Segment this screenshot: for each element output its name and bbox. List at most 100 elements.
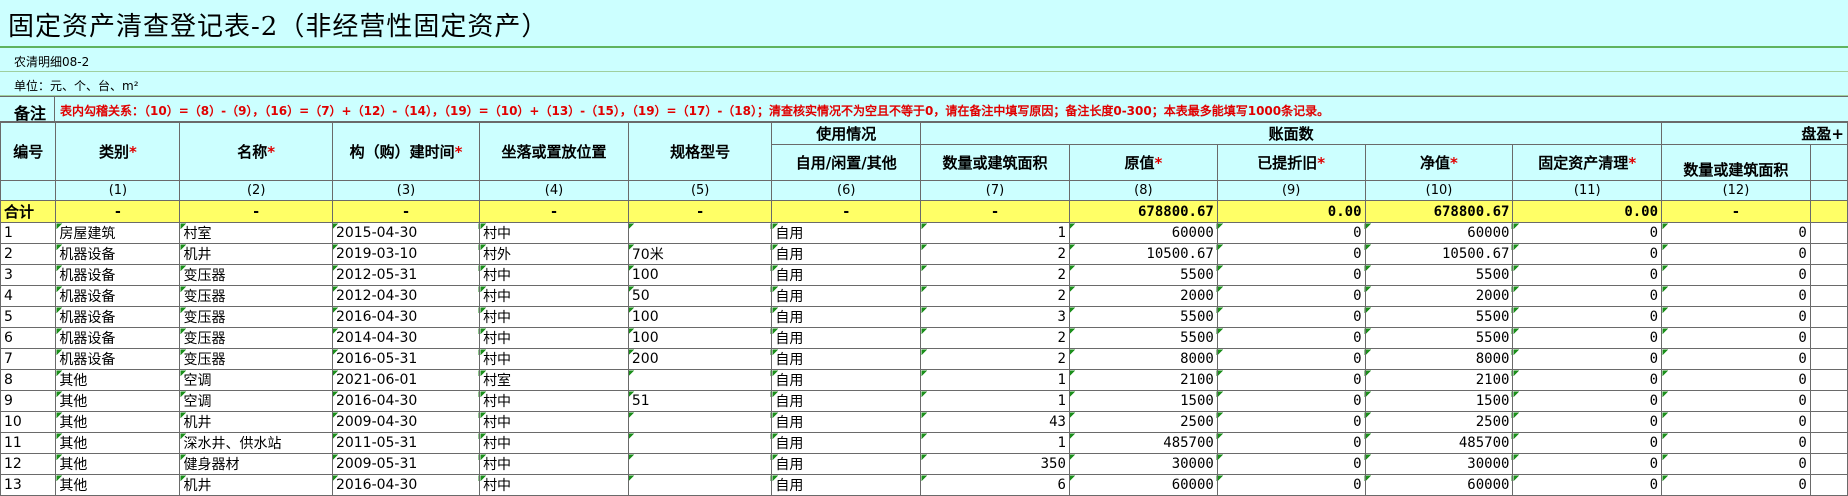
cell-original[interactable]: 2000 xyxy=(1068,285,1218,307)
cell-category[interactable]: 机器设备 xyxy=(55,327,181,349)
cell-category[interactable]: 房屋建筑 xyxy=(55,222,181,244)
cell-spec[interactable]: 100 xyxy=(627,306,773,328)
cell-name[interactable]: 变压器 xyxy=(179,306,333,328)
cell-overflow[interactable] xyxy=(1809,243,1848,265)
table-row[interactable]: 13 其他 机井 2016-04-30 村中 自用 6 60000 0 60000 0 0 xyxy=(0,474,1848,496)
cell-overflow[interactable] xyxy=(1809,327,1848,349)
cell-depreciation[interactable]: 0 xyxy=(1216,327,1366,349)
cell-no[interactable]: 5 xyxy=(0,306,57,328)
cell-surplus-qty[interactable]: 0 xyxy=(1661,348,1811,370)
cell-no[interactable]: 4 xyxy=(0,285,57,307)
cell-cleanup[interactable]: 0 xyxy=(1512,285,1663,307)
cell-build-time[interactable]: 2011-05-31 xyxy=(331,432,481,454)
cell-original[interactable]: 5500 xyxy=(1068,306,1218,328)
cell-no[interactable]: 1 xyxy=(0,222,57,244)
cell-usage[interactable]: 自用 xyxy=(771,390,922,412)
cell-name[interactable]: 变压器 xyxy=(179,264,333,286)
table-row[interactable]: 10 其他 机井 2009-04-30 村中 自用 43 2500 0 2500 0 0 xyxy=(0,411,1848,433)
cell-name[interactable]: 村室 xyxy=(179,222,333,244)
cell-location[interactable]: 村中 xyxy=(479,432,629,454)
cell-surplus-qty[interactable]: 0 xyxy=(1661,432,1811,454)
cell-original[interactable]: 2100 xyxy=(1068,369,1218,391)
cell-net[interactable]: 5500 xyxy=(1364,264,1514,286)
cell-cleanup[interactable]: 0 xyxy=(1512,264,1663,286)
cell-original[interactable]: 2500 xyxy=(1068,411,1218,433)
cell-spec[interactable]: 200 xyxy=(627,348,773,370)
cell-surplus-qty[interactable]: 0 xyxy=(1661,327,1811,349)
cell-spec[interactable]: 51 xyxy=(627,390,773,412)
cell-name[interactable]: 机井 xyxy=(179,474,333,496)
cell-surplus-qty[interactable]: 0 xyxy=(1661,306,1811,328)
cell-depreciation[interactable]: 0 xyxy=(1216,432,1366,454)
cell-location[interactable]: 村中 xyxy=(479,285,629,307)
cell-surplus-qty[interactable]: 0 xyxy=(1661,243,1811,265)
cell-cleanup[interactable]: 0 xyxy=(1512,474,1663,496)
cell-build-time[interactable]: 2012-05-31 xyxy=(331,264,481,286)
cell-spec[interactable] xyxy=(627,411,773,433)
cell-quantity[interactable]: 1 xyxy=(920,432,1070,454)
cell-overflow[interactable] xyxy=(1809,306,1848,328)
cell-category[interactable]: 其他 xyxy=(55,474,181,496)
cell-location[interactable]: 村外 xyxy=(479,243,629,265)
cell-name[interactable]: 深水井、供水站 xyxy=(179,432,333,454)
cell-cleanup[interactable]: 0 xyxy=(1512,411,1663,433)
cell-spec[interactable]: 70米 xyxy=(627,243,773,265)
cell-location[interactable]: 村中 xyxy=(479,474,629,496)
cell-cleanup[interactable]: 0 xyxy=(1512,390,1663,412)
cell-cleanup[interactable]: 0 xyxy=(1512,348,1663,370)
cell-depreciation[interactable]: 0 xyxy=(1216,453,1366,475)
cell-spec[interactable] xyxy=(627,474,773,496)
cell-surplus-qty[interactable]: 0 xyxy=(1661,264,1811,286)
cell-category[interactable]: 机器设备 xyxy=(55,285,181,307)
cell-usage[interactable]: 自用 xyxy=(771,243,922,265)
cell-category[interactable]: 机器设备 xyxy=(55,306,181,328)
cell-surplus-qty[interactable]: 0 xyxy=(1661,453,1811,475)
cell-build-time[interactable]: 2016-05-31 xyxy=(331,348,481,370)
cell-name[interactable]: 变压器 xyxy=(179,327,333,349)
cell-overflow[interactable] xyxy=(1809,453,1848,475)
cell-category[interactable]: 其他 xyxy=(55,390,181,412)
cell-build-time[interactable]: 2021-06-01 xyxy=(331,369,481,391)
cell-location[interactable]: 村中 xyxy=(479,264,629,286)
cell-quantity[interactable]: 1 xyxy=(920,222,1070,244)
cell-original[interactable]: 5500 xyxy=(1068,327,1218,349)
cell-no[interactable]: 6 xyxy=(0,327,57,349)
cell-net[interactable]: 10500.67 xyxy=(1364,243,1514,265)
cell-usage[interactable]: 自用 xyxy=(771,453,922,475)
cell-original[interactable]: 30000 xyxy=(1068,453,1218,475)
table-row[interactable]: 9 其他 空调 2016-04-30 村中 51 自用 1 1500 0 1500 0 0 xyxy=(0,390,1848,412)
cell-spec[interactable] xyxy=(627,222,773,244)
cell-surplus-qty[interactable]: 0 xyxy=(1661,369,1811,391)
cell-depreciation[interactable]: 0 xyxy=(1216,369,1366,391)
cell-overflow[interactable] xyxy=(1809,285,1848,307)
cell-original[interactable]: 5500 xyxy=(1068,264,1218,286)
cell-build-time[interactable]: 2009-04-30 xyxy=(331,411,481,433)
cell-category[interactable]: 机器设备 xyxy=(55,264,181,286)
cell-spec[interactable]: 100 xyxy=(627,264,773,286)
cell-usage[interactable]: 自用 xyxy=(771,474,922,496)
cell-net[interactable]: 1500 xyxy=(1364,390,1514,412)
cell-usage[interactable]: 自用 xyxy=(771,306,922,328)
cell-depreciation[interactable]: 0 xyxy=(1216,264,1366,286)
cell-surplus-qty[interactable]: 0 xyxy=(1661,390,1811,412)
cell-name[interactable]: 机井 xyxy=(179,411,333,433)
cell-no[interactable]: 2 xyxy=(0,243,57,265)
cell-name[interactable]: 变压器 xyxy=(179,348,333,370)
cell-quantity[interactable]: 2 xyxy=(920,348,1070,370)
cell-build-time[interactable]: 2016-04-30 xyxy=(331,474,481,496)
cell-net[interactable]: 2500 xyxy=(1364,411,1514,433)
cell-no[interactable]: 3 xyxy=(0,264,57,286)
cell-depreciation[interactable]: 0 xyxy=(1216,285,1366,307)
cell-quantity[interactable]: 2 xyxy=(920,285,1070,307)
cell-depreciation[interactable]: 0 xyxy=(1216,306,1366,328)
table-row[interactable]: 7 机器设备 变压器 2016-05-31 村中 200 自用 2 8000 0 8000 0 0 xyxy=(0,348,1848,370)
table-row[interactable]: 5 机器设备 变压器 2016-04-30 村中 100 自用 3 5500 0 5500 0 0 xyxy=(0,306,1848,328)
cell-quantity[interactable]: 1 xyxy=(920,369,1070,391)
cell-original[interactable]: 1500 xyxy=(1068,390,1218,412)
cell-build-time[interactable]: 2016-04-30 xyxy=(331,306,481,328)
cell-original[interactable]: 60000 xyxy=(1068,222,1218,244)
cell-quantity[interactable]: 6 xyxy=(920,474,1070,496)
table-row[interactable]: 1 房屋建筑 村室 2015-04-30 村中 自用 1 60000 0 60000 0 0 xyxy=(0,222,1848,244)
cell-net[interactable]: 2000 xyxy=(1364,285,1514,307)
cell-name[interactable]: 空调 xyxy=(179,390,333,412)
